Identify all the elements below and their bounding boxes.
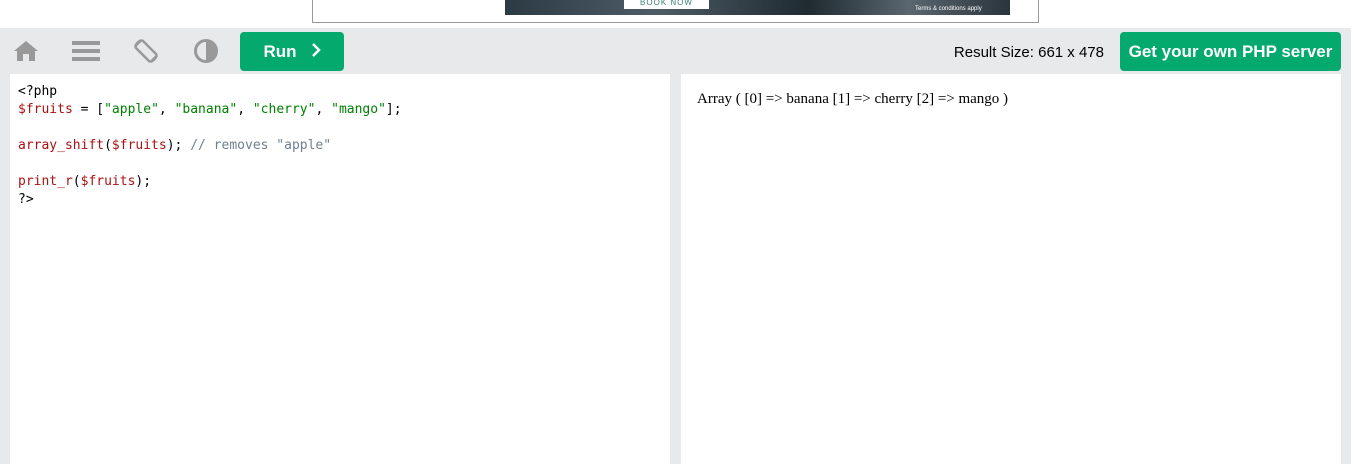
code-punct: ]; bbox=[385, 102, 402, 117]
code-editor[interactable]: <?php $fruits = ["apple", "banana", "che… bbox=[10, 74, 670, 464]
code-operator: = [ bbox=[72, 102, 105, 117]
code-variable: $fruits bbox=[80, 174, 136, 189]
get-php-server-button[interactable]: Get your own PHP server bbox=[1120, 32, 1341, 71]
code-variable: $fruits bbox=[18, 102, 73, 117]
toolbar: Run Result Size: 661 x 478 Get your own … bbox=[0, 28, 1351, 74]
code-function: print_r bbox=[18, 174, 73, 189]
result-output: Array ( [0] => banana [1] => cherry [2] … bbox=[697, 91, 1009, 107]
run-label: Run bbox=[263, 41, 297, 61]
code-variable: $fruits bbox=[111, 138, 167, 153]
ad-banner: BOOK NOW Terms & conditions apply bbox=[0, 0, 1366, 28]
home-icon[interactable] bbox=[12, 38, 40, 64]
run-button[interactable]: Run bbox=[240, 32, 344, 71]
code-text[interactable]: <?php $fruits = ["apple", "banana", "che… bbox=[10, 74, 670, 218]
ad-terms-text: Terms & conditions apply bbox=[915, 6, 982, 12]
menu-icon[interactable] bbox=[72, 38, 100, 64]
code-string: "apple" bbox=[104, 102, 159, 117]
code-string: "mango" bbox=[331, 102, 386, 117]
code-function: array_shift bbox=[18, 138, 105, 153]
result-size-label: Result Size: 661 x 478 bbox=[953, 44, 1104, 61]
ad-image[interactable]: BOOK NOW Terms & conditions apply bbox=[505, 0, 1010, 15]
php-open-tag: <?php bbox=[18, 84, 58, 99]
ad-book-now-button[interactable]: BOOK NOW bbox=[624, 0, 709, 9]
rotate-icon[interactable] bbox=[132, 38, 160, 64]
code-comment: // removes "apple" bbox=[190, 138, 332, 153]
contrast-icon[interactable] bbox=[192, 38, 220, 64]
scrollbar[interactable] bbox=[1351, 28, 1366, 464]
chevron-right-icon bbox=[311, 42, 321, 62]
code-string: "cherry" bbox=[252, 102, 316, 117]
php-close-tag: ?> bbox=[18, 192, 34, 207]
code-string: "banana" bbox=[174, 102, 238, 117]
result-pane: Array ( [0] => banana [1] => cherry [2] … bbox=[681, 74, 1341, 464]
